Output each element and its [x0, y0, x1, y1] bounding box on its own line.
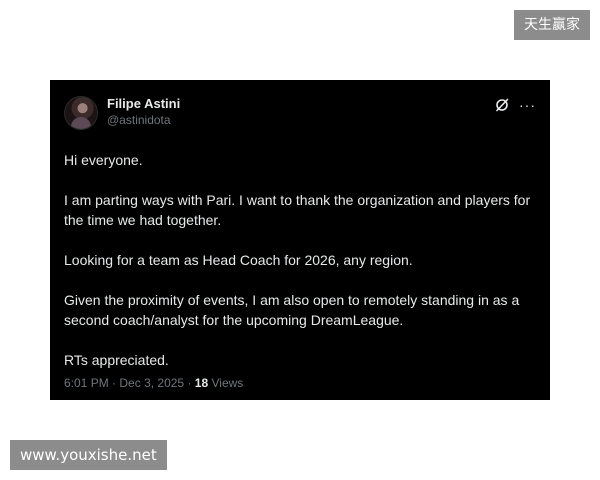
author-display-name[interactable]: Filipe Astini — [107, 96, 495, 112]
tweet-paragraph: RTs appreciated. — [64, 352, 169, 368]
grok-icon[interactable] — [495, 98, 509, 112]
meta-separator: · — [187, 376, 192, 390]
tweet-meta: 6:01 PM · Dec 3, 2025 · 18 Views — [64, 376, 243, 390]
page: 天生赢家 Filipe Astini @astinidota ··· Hi ev… — [0, 0, 600, 480]
author-handle[interactable]: @astinidota — [107, 112, 495, 128]
tweet-date[interactable]: Dec 3, 2025 — [119, 376, 184, 390]
watermark-bottom-left: www.youxishe.net — [10, 440, 167, 470]
watermark-top-right: 天生赢家 — [514, 10, 590, 40]
tweet-paragraph: Looking for a team as Head Coach for 202… — [64, 252, 413, 268]
header-actions: ··· — [495, 98, 536, 112]
tweet-text: Hi everyone. I am parting ways with Pari… — [64, 150, 536, 370]
views-label: Views — [211, 376, 244, 390]
tweet-paragraph: Given the proximity of events, I am also… — [64, 292, 520, 328]
tweet-header: Filipe Astini @astinidota ··· — [64, 96, 536, 136]
avatar[interactable] — [64, 96, 98, 130]
views-count: 18 — [194, 376, 209, 390]
tweet-time[interactable]: 6:01 PM — [64, 376, 109, 390]
tweet-paragraph: I am parting ways with Pari. I want to t… — [64, 192, 531, 228]
author-block: Filipe Astini @astinidota — [107, 96, 495, 128]
more-options-icon[interactable]: ··· — [519, 98, 536, 112]
tweet-paragraph: Hi everyone. — [64, 152, 143, 168]
meta-separator: · — [112, 376, 117, 390]
tweet-card[interactable]: Filipe Astini @astinidota ··· Hi everyon… — [50, 80, 550, 400]
